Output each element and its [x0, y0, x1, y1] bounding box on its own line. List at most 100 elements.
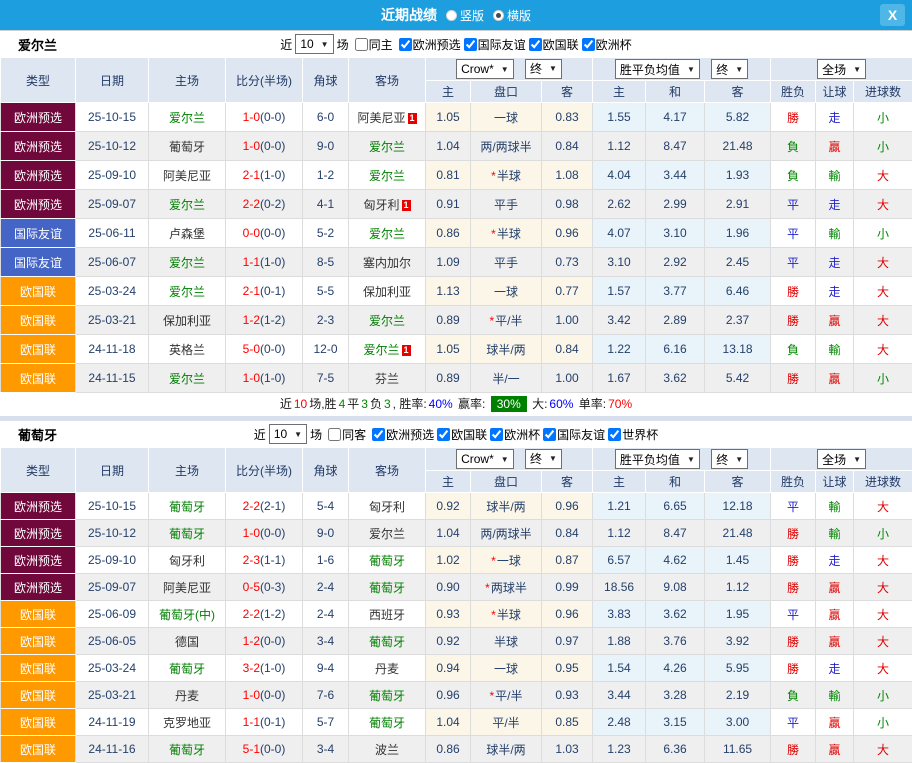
match-row: 欧洲预选25-09-07阿美尼亚0-5(0-3)2-4葡萄牙0.90*两球半0.…: [1, 574, 912, 601]
result-wdl: 勝: [771, 306, 816, 335]
bookmaker-select[interactable]: Crow*▼: [456, 59, 514, 79]
result-handicap: 走: [816, 547, 854, 574]
same-venue-checkbox[interactable]: 同客: [325, 426, 366, 443]
competition-checkbox[interactable]: 欧洲预选: [369, 426, 434, 443]
corners: 9-0: [303, 520, 349, 547]
competition-label: 欧洲杯: [596, 36, 632, 53]
competition-checkbox[interactable]: 欧洲杯: [579, 36, 632, 53]
competition-checkbox[interactable]: 欧国联: [434, 426, 487, 443]
chevron-down-icon: ▼: [687, 455, 695, 464]
handicap-odds-header: Crow*▼ 终▼: [426, 448, 593, 471]
eu-home-odds: 1.55: [593, 103, 646, 132]
favourite-star-icon: *: [491, 608, 496, 622]
eu-draw-odds: 3.62: [646, 364, 705, 393]
near-label: 近: [254, 426, 266, 443]
competition-checkbox[interactable]: 欧洲预选: [396, 36, 461, 53]
match-type: 欧洲预选: [1, 132, 76, 161]
bookmaker-select[interactable]: Crow*▼: [456, 449, 514, 469]
competition-checkbox-input[interactable]: [608, 428, 621, 441]
eu-away-odds: 6.46: [705, 277, 771, 306]
score: 5-0(0-0): [226, 335, 303, 364]
match-type: 欧国联: [1, 628, 76, 655]
same-venue-checkbox-input[interactable]: [355, 38, 368, 51]
result-handicap: 走: [816, 655, 854, 682]
odds-type-select[interactable]: 胜平负均值▼: [615, 59, 700, 79]
match-type: 欧国联: [1, 306, 76, 335]
competition-checkbox[interactable]: 欧国联: [526, 36, 579, 53]
same-venue-checkbox[interactable]: 同主: [352, 36, 393, 53]
ah-line: 两/两球半: [471, 520, 542, 547]
away-team: 爱尔兰: [349, 306, 426, 335]
layout-radio-option-1[interactable]: 横版: [493, 7, 531, 24]
home-team: 爱尔兰: [149, 248, 226, 277]
odds-period-select[interactable]: 终▼: [711, 449, 748, 469]
competition-checkbox-input[interactable]: [490, 428, 503, 441]
eu-away-odds: 21.48: [705, 520, 771, 547]
corners: 2-4: [303, 574, 349, 601]
competition-checkbox[interactable]: 国际友谊: [461, 36, 526, 53]
eu-draw-odds: 4.62: [646, 547, 705, 574]
match-row: 欧国联25-03-21保加利亚1-2(1-2)2-3爱尔兰0.89*平/半1.0…: [1, 306, 912, 335]
ah-line: 半/一: [471, 364, 542, 393]
europe-odds-header: 胜平负均值▼ 终▼: [593, 58, 771, 81]
odds-period-select[interactable]: 终▼: [711, 59, 748, 79]
away-team: 葡萄牙: [349, 574, 426, 601]
layout-radio-option-0[interactable]: 竖版: [446, 7, 484, 24]
eu-draw-odds: 2.92: [646, 248, 705, 277]
corners: 9-4: [303, 655, 349, 682]
eu-home-odds: 3.42: [593, 306, 646, 335]
ah-line: *平/半: [471, 682, 542, 709]
match-type: 欧国联: [1, 601, 76, 628]
scope-select[interactable]: 全场▼: [817, 59, 866, 79]
away-team: 葡萄牙: [349, 709, 426, 736]
match-date: 25-03-24: [76, 655, 149, 682]
competition-checkbox-input[interactable]: [464, 38, 477, 51]
competition-checkbox-input[interactable]: [399, 38, 412, 51]
corners: 7-6: [303, 682, 349, 709]
home-team: 阿美尼亚: [149, 161, 226, 190]
result-handicap: 走: [816, 103, 854, 132]
match-count-select[interactable]: 10▼: [269, 424, 307, 444]
competition-checkbox[interactable]: 世界杯: [605, 426, 658, 443]
match-count-select[interactable]: 10▼: [295, 34, 333, 54]
eu-away-odds: 5.95: [705, 655, 771, 682]
competition-checkbox-input[interactable]: [543, 428, 556, 441]
score: 0-0(0-0): [226, 219, 303, 248]
odds-type-select[interactable]: 胜平负均值▼: [615, 449, 700, 469]
same-venue-checkbox-input[interactable]: [328, 428, 341, 441]
scope-select[interactable]: 全场▼: [817, 449, 866, 469]
eu-home-odds: 1.54: [593, 655, 646, 682]
matches-table: 类型 日期 主场 比分(半场) 角球 客场 Crow*▼ 终▼ 胜平负均值▼ 终…: [0, 447, 912, 763]
competition-checkbox-input[interactable]: [529, 38, 542, 51]
home-team: 爱尔兰: [149, 190, 226, 219]
result-goals: 大: [854, 547, 912, 574]
col-home: 主场: [149, 448, 226, 493]
competition-checkbox-input[interactable]: [437, 428, 450, 441]
competition-checkbox-input[interactable]: [372, 428, 385, 441]
ah-line: 一球: [471, 655, 542, 682]
filter-controls: 近 10▼ 场 同客 欧洲预选欧国联欧洲杯国际友谊世界杯: [254, 424, 658, 444]
subcol-eu-away: 客: [705, 81, 771, 103]
subcol-ah-line: 盘口: [471, 81, 542, 103]
result-wdl: 勝: [771, 655, 816, 682]
near-label: 近: [280, 36, 292, 53]
summary-segment: 3: [384, 397, 391, 411]
corners: 12-0: [303, 335, 349, 364]
competition-checkbox-input[interactable]: [582, 38, 595, 51]
match-row: 欧国联25-06-05德国1-2(0-0)3-4葡萄牙0.92半球0.971.8…: [1, 628, 912, 655]
bookmaker-period-select[interactable]: 终▼: [525, 449, 562, 469]
result-wdl: 負: [771, 335, 816, 364]
radio-label: 竖版: [460, 7, 484, 24]
summary-segment: 近: [280, 397, 292, 411]
competition-checkbox[interactable]: 欧洲杯: [487, 426, 540, 443]
eu-away-odds: 3.92: [705, 628, 771, 655]
ah-away-odds: 0.84: [542, 335, 593, 364]
away-team: 波兰: [349, 736, 426, 763]
ah-line: *平/半: [471, 306, 542, 335]
close-button[interactable]: X: [880, 4, 905, 26]
bookmaker-period-select[interactable]: 终▼: [525, 59, 562, 79]
competition-checkbox[interactable]: 国际友谊: [540, 426, 605, 443]
corners: 5-7: [303, 709, 349, 736]
match-date: 24-11-18: [76, 335, 149, 364]
result-goals: 大: [854, 574, 912, 601]
